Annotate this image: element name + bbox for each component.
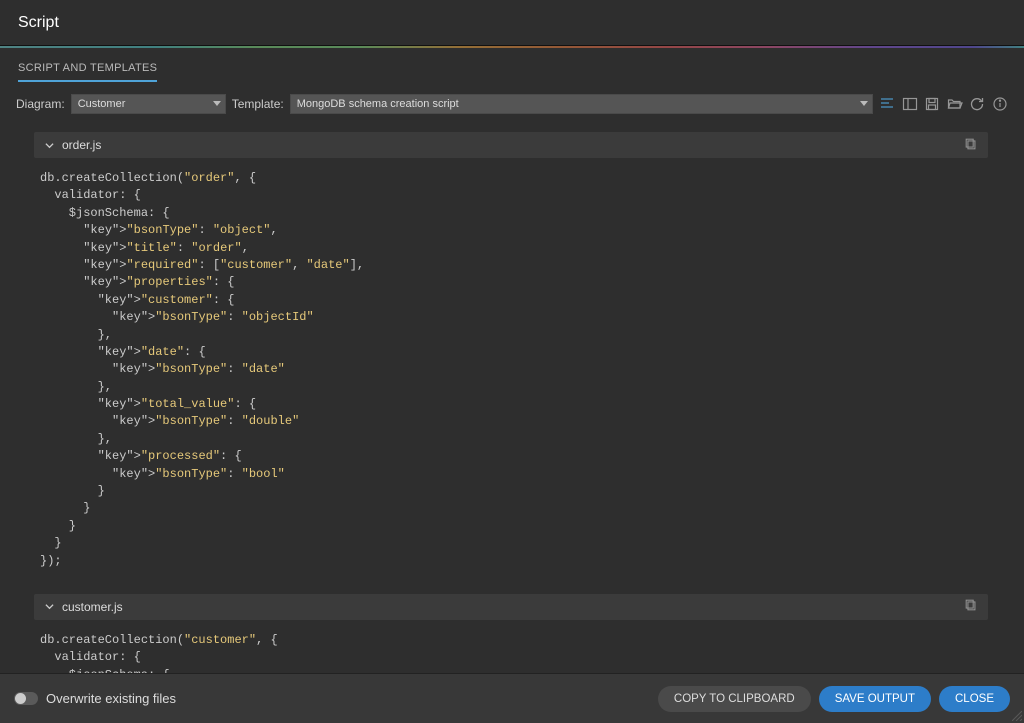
- file-section: order.js db.createCollection("order", { v…: [34, 132, 988, 582]
- file-header[interactable]: order.js: [34, 132, 988, 158]
- overwrite-toggle[interactable]: [14, 692, 38, 705]
- template-select[interactable]: MongoDB schema creation script: [290, 94, 873, 114]
- folder-open-icon[interactable]: [946, 95, 963, 113]
- toggle-panels-icon[interactable]: [901, 95, 918, 113]
- title-bar: Script: [0, 0, 1024, 46]
- diagram-label: Diagram:: [16, 97, 65, 111]
- save-icon[interactable]: [924, 95, 941, 113]
- code-block[interactable]: db.createCollection("order", { validator…: [34, 158, 988, 582]
- copy-icon[interactable]: [964, 137, 978, 154]
- refresh-icon[interactable]: [969, 95, 986, 113]
- tabs-row: SCRIPT AND TEMPLATES: [0, 48, 1024, 82]
- file-header[interactable]: customer.js: [34, 594, 988, 620]
- tab-script-templates[interactable]: SCRIPT AND TEMPLATES: [18, 62, 157, 82]
- overwrite-label: Overwrite existing files: [46, 691, 176, 706]
- chevron-down-icon: [44, 602, 54, 612]
- rainbow-divider: [0, 46, 1024, 48]
- file-name: order.js: [62, 138, 964, 152]
- info-icon[interactable]: [991, 95, 1008, 113]
- chevron-down-icon: [44, 140, 54, 150]
- template-label: Template:: [232, 97, 284, 111]
- copy-clipboard-button[interactable]: COPY TO CLIPBOARD: [658, 686, 811, 712]
- resize-handle-icon[interactable]: [1012, 711, 1022, 721]
- save-output-button[interactable]: SAVE OUTPUT: [819, 686, 931, 712]
- align-left-icon[interactable]: [879, 95, 896, 113]
- copy-icon[interactable]: [964, 598, 978, 615]
- window-title: Script: [18, 14, 59, 32]
- close-button[interactable]: CLOSE: [939, 686, 1010, 712]
- file-name: customer.js: [62, 600, 964, 614]
- controls-row: Diagram: Customer Template: MongoDB sche…: [0, 82, 1024, 122]
- code-block[interactable]: db.createCollection("customer", { valida…: [34, 620, 988, 673]
- file-section: customer.js db.createCollection("customer…: [34, 594, 988, 673]
- code-content[interactable]: order.js db.createCollection("order", { v…: [14, 120, 1018, 673]
- footer-bar: Overwrite existing files COPY TO CLIPBOA…: [0, 673, 1024, 723]
- diagram-select[interactable]: Customer: [71, 94, 226, 114]
